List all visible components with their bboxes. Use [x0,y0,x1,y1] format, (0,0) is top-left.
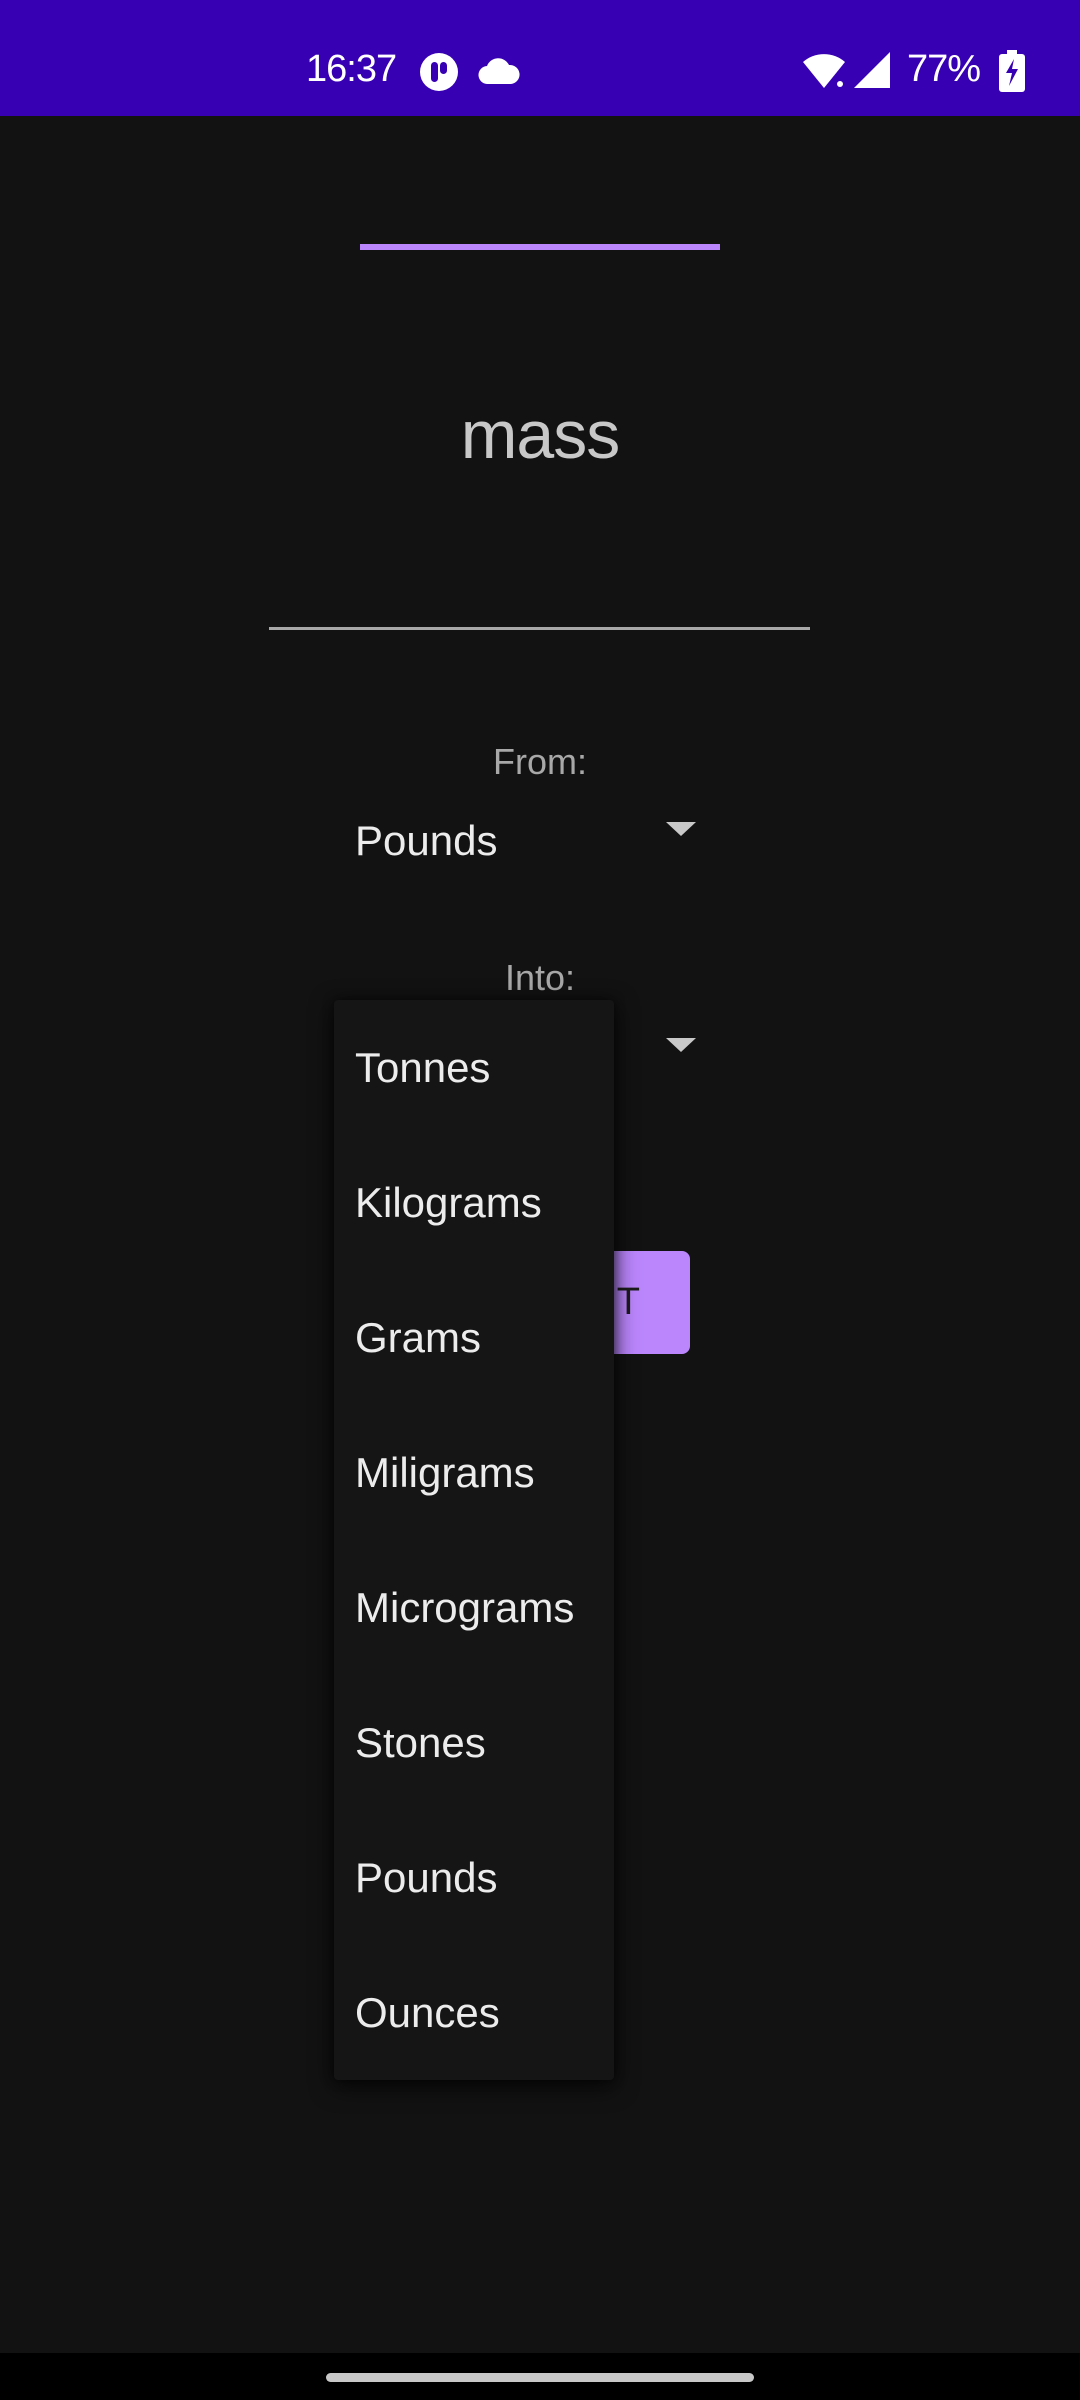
dropdown-item-grams[interactable]: Grams [334,1270,614,1405]
app-notification-icon [420,53,458,91]
dropdown-item-label: Micrograms [355,1584,575,1631]
dropdown-item-label: Tonnes [355,1044,491,1091]
battery-charging-icon [999,50,1025,92]
unit-dropdown-menu: Tonnes Kilograms Grams Miligrams Microgr… [334,1000,614,2080]
status-time: 16:37 [306,48,397,90]
dropdown-item-kilograms[interactable]: Kilograms [334,1135,614,1270]
home-gesture-handle[interactable] [326,2373,754,2382]
page-title: mass [460,397,620,473]
app-screen: 16:37 77% mass From: Pounds Into: RT Ton… [0,0,1080,2400]
value-input[interactable] [269,560,810,630]
dropdown-item-label: Stones [355,1719,486,1766]
from-label: From: [493,741,587,782]
dropdown-item-label: Grams [355,1314,481,1361]
navigation-bar [0,2353,1080,2400]
cloud-icon [478,58,520,85]
dropdown-item-stones[interactable]: Stones [334,1675,614,1810]
status-bar: 16:37 77% [0,0,1080,116]
dropdown-item-micrograms[interactable]: Micrograms [334,1540,614,1675]
dropdown-item-label: Kilograms [355,1179,542,1226]
dropdown-item-pounds[interactable]: Pounds [334,1810,614,1945]
cell-signal-icon [854,52,890,88]
battery-percentage: 77% [907,48,981,90]
dropdown-item-label: Miligrams [355,1449,535,1496]
dropdown-arrow-icon [666,1038,696,1052]
dropdown-item-tonnes[interactable]: Tonnes [334,1000,614,1135]
from-unit-value: Pounds [355,817,498,864]
dropdown-item-miligrams[interactable]: Miligrams [334,1405,614,1540]
wifi-icon [803,54,845,88]
into-label: Into: [504,957,576,998]
top-accent-divider [360,244,720,250]
from-unit-spinner[interactable]: Pounds [355,798,700,888]
dropdown-item-label: Pounds [355,1854,498,1901]
dropdown-item-label: Ounces [355,1989,500,2036]
dropdown-arrow-icon [666,822,696,836]
dropdown-item-ounces[interactable]: Ounces [334,1945,614,2080]
